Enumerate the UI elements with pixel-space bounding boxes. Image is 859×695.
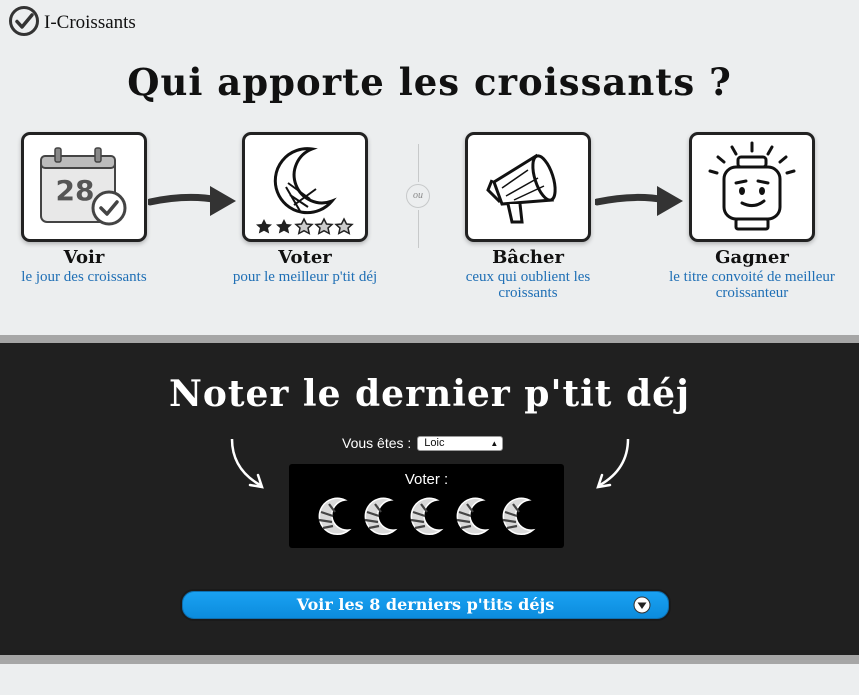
moon-stars-icon [256,147,354,235]
lego-head-icon [708,141,796,231]
croissant-icon[interactable] [315,496,353,536]
user-label: Vous êtes : [342,435,412,451]
croissant-rating [315,496,537,536]
curved-arrow-icon [230,438,264,489]
megaphone-icon [486,153,557,224]
croissant-icon[interactable] [453,496,491,536]
step-subtitle: le jour des croissants [21,269,147,285]
star-rating [256,217,354,235]
step-title: Bâcher [492,247,564,268]
step-bacher: Bâcher ceux qui oublient les croissants [438,132,618,301]
step-title: Voir [63,247,105,268]
star-icon [256,219,272,234]
page-title: Qui apporte les croissants ? [127,60,732,104]
step-subtitle: le titre convoité de meilleur croissante… [669,269,835,301]
calendar-day: 28 [56,174,95,207]
chevron-down-icon [633,596,651,614]
star-icon [276,219,292,234]
separator-line [418,210,419,248]
step-title: Voter [278,247,332,268]
separator-line [418,144,419,182]
divider [0,335,859,343]
select-caret-icon: ▲ [490,438,499,448]
step-card: 28 [21,132,147,242]
vote-box: Voter : [289,464,564,548]
app-logo[interactable]: I-Croissants [8,5,136,37]
star-icon [334,217,354,235]
step-subtitle: ceux qui oublient les croissants [465,269,591,301]
croissant-icon[interactable] [499,496,537,536]
croissant-icon[interactable] [407,496,445,536]
step-voter: Voter pour le meilleur p'tit déj [215,132,395,285]
star-icon [294,217,314,235]
vote-label: Voter : [404,471,449,488]
see-last-breakfasts-label: Voir les 8 derniers p'tits déjs [296,595,555,614]
calendar-check-icon: 28 [40,147,127,226]
step-subtitle: pour le meilleur p'tit déj [232,269,378,285]
see-last-breakfasts-button[interactable]: Voir les 8 derniers p'tits déjs [180,589,671,621]
vote-title: Noter le dernier p'tit déj [168,373,691,415]
step-gagner: Gagner le titre convoité de meilleur cro… [662,132,842,301]
user-selector: Vous êtes : Loic ▲ [342,435,504,451]
user-select-value: Loic [424,436,445,449]
croissant-icon[interactable] [361,496,399,536]
step-card [465,132,591,242]
step-title: Gagner [715,247,789,268]
curved-arrow-icon [596,438,630,489]
app-name: I-Croissants [44,12,136,33]
step-card [689,132,815,242]
divider [0,655,859,664]
separator-label: ou [406,184,430,208]
vote-section: Noter le dernier p'tit déj Vous êtes : L… [0,343,859,655]
star-icon [314,217,334,235]
step-card [242,132,368,242]
check-circle-icon [9,6,39,36]
user-select[interactable]: Loic ▲ [417,435,504,451]
